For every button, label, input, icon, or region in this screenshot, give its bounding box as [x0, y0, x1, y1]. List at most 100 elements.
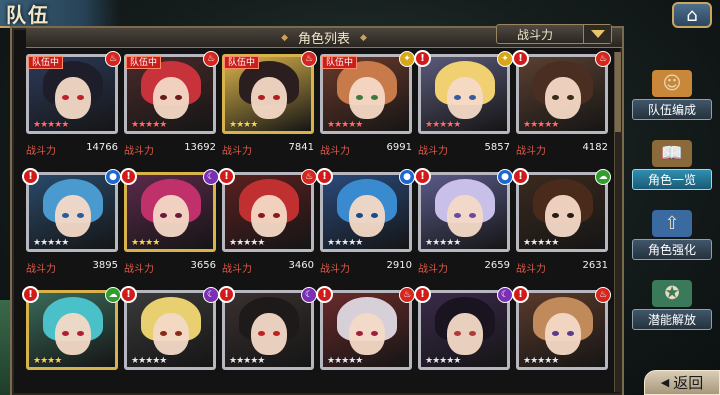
character-card[interactable]: ★★★★★! ✦ 战斗力 5857	[414, 50, 513, 157]
dark-element-icon: ☾	[301, 287, 317, 303]
character-card[interactable]: ★★★★★! ● 战斗力 2659	[414, 168, 513, 275]
character-card[interactable]: ★★★★★! ☾	[414, 286, 513, 370]
portrait-face	[251, 313, 287, 355]
power-stat: 战斗力 7841	[222, 142, 314, 157]
side-menu-label: 角色一览	[632, 169, 712, 190]
rarity-stars: ★★★★★	[523, 356, 559, 366]
alert-icon: !	[512, 50, 529, 67]
character-card[interactable]: ★★★★★! ♨	[316, 286, 415, 370]
team-icon: ☺	[652, 70, 692, 97]
fire-element-icon: ♨	[105, 51, 121, 67]
power-value: 3656	[190, 260, 216, 271]
power-value: 2659	[484, 260, 510, 271]
side-menu-team[interactable]: ☺ 队伍编成	[630, 70, 714, 122]
rarity-stars: ★★★★★	[523, 238, 559, 248]
portrait-face	[55, 313, 91, 355]
book-icon: 📖	[652, 140, 692, 167]
character-portrait: ★★★★★	[516, 290, 608, 370]
power-label: 战斗力	[26, 264, 56, 275]
portrait-eye	[371, 95, 378, 100]
power-label: 战斗力	[320, 146, 350, 157]
portrait-eye	[552, 213, 559, 218]
screen-title: 队伍	[6, 2, 50, 27]
home-button[interactable]: ⌂	[672, 2, 712, 28]
wind-element-icon: ☁	[595, 169, 611, 185]
character-card[interactable]: ★★★★★! ♨ 战斗力 4182	[512, 50, 611, 157]
back-arrow-icon: ◀	[660, 376, 670, 389]
character-card[interactable]: ★★★★★! ● 战斗力 3895	[22, 168, 121, 275]
alert-icon: !	[218, 286, 235, 303]
power-stat: 战斗力 3895	[26, 260, 118, 275]
back-button[interactable]: ◀ 返回	[644, 370, 720, 395]
side-menu-book[interactable]: 📖 角色一览	[630, 140, 714, 192]
rarity-stars: ★★★★★	[131, 356, 167, 366]
portrait-eye	[469, 213, 476, 218]
power-value: 4182	[582, 142, 608, 153]
list-scrollbar[interactable]	[614, 52, 621, 392]
portrait-face	[349, 77, 385, 119]
side-menu-enhance[interactable]: ⇧ 角色强化	[630, 210, 714, 262]
portrait-face	[251, 195, 287, 237]
fire-element-icon: ♨	[595, 287, 611, 303]
portrait-face	[153, 313, 189, 355]
character-portrait: ★★★★★	[222, 290, 314, 370]
portrait-eye	[273, 331, 280, 336]
character-card[interactable]: ★★★★★! ☾	[120, 286, 219, 370]
character-card[interactable]: ★★★★★ 队伍中 ✦ 战斗力 6991	[320, 51, 415, 157]
alert-icon: !	[414, 50, 431, 67]
rarity-stars: ★★★★★	[425, 356, 461, 366]
character-card[interactable]: ★★★★★! ♨	[512, 286, 611, 370]
power-label: 战斗力	[222, 264, 252, 275]
portrait-face	[545, 195, 581, 237]
portrait-face	[447, 77, 483, 119]
portrait-face	[447, 195, 483, 237]
screen-title-banner: 队伍	[0, 0, 120, 28]
power-label: 战斗力	[516, 146, 546, 157]
character-portrait: ★★★★★	[418, 54, 510, 134]
character-card[interactable]: ★★★★★! ♨ 战斗力 3460	[218, 168, 317, 275]
portrait-eye	[62, 95, 69, 100]
rarity-stars: ★★★★★	[327, 356, 363, 366]
portrait-face	[349, 313, 385, 355]
character-card[interactable]: ★★★★★! ● 战斗力 2910	[316, 168, 415, 275]
portrait-eye	[175, 95, 182, 100]
side-menu-label: 潜能解放	[632, 309, 712, 330]
character-portrait: ★★★★★	[26, 172, 118, 252]
portrait-eye	[160, 213, 167, 218]
portrait-face	[349, 195, 385, 237]
character-card[interactable]: ★★★★★! ☾	[218, 286, 317, 370]
character-card[interactable]: ★★★★★! ☁ 战斗力 2631	[512, 168, 611, 275]
rarity-stars: ★★★★★	[131, 120, 167, 130]
portrait-eye	[371, 213, 378, 218]
character-portrait: ★★★★★	[418, 172, 510, 252]
back-button-label: 返回	[673, 374, 704, 392]
alert-icon: !	[22, 168, 39, 185]
character-card[interactable]: ★★★★★ 队伍中 ♨ 战斗力 14766	[26, 51, 121, 157]
rarity-stars: ★★★★★	[229, 238, 265, 248]
rarity-stars: ★★★★★	[523, 120, 559, 130]
character-card[interactable]: ★★★★ 队伍中 ♨ 战斗力 7841	[222, 51, 317, 157]
character-portrait: ★★★★★	[222, 172, 314, 252]
dark-element-icon: ☾	[203, 169, 219, 185]
character-card[interactable]: ★★★★! ☁	[22, 286, 121, 370]
sort-dropdown[interactable]: 战斗力	[496, 24, 612, 44]
portrait-eye	[77, 95, 84, 100]
character-card[interactable]: ★★★★! ☾ 战斗力 3656	[120, 168, 219, 275]
alert-icon: !	[512, 168, 529, 185]
rarity-stars: ★★★★★	[327, 238, 363, 248]
side-menu-label: 角色强化	[632, 239, 712, 260]
rarity-stars: ★★★★★	[425, 120, 461, 130]
power-stat: 战斗力 2659	[418, 260, 510, 275]
power-value: 14766	[86, 142, 118, 153]
portrait-face	[251, 77, 287, 119]
portrait-eye	[77, 331, 84, 336]
power-label: 战斗力	[418, 264, 448, 275]
portrait-face	[545, 77, 581, 119]
in-team-badge: 队伍中	[322, 56, 358, 69]
character-card[interactable]: ★★★★★ 队伍中 ♨ 战斗力 13692	[124, 51, 219, 157]
side-menu-potential[interactable]: ✪ 潜能解放	[630, 280, 714, 332]
rarity-stars: ★★★★	[131, 238, 160, 248]
portrait-eye	[567, 95, 574, 100]
scrollbar-thumb[interactable]	[615, 52, 621, 132]
alert-icon: !	[22, 286, 39, 303]
